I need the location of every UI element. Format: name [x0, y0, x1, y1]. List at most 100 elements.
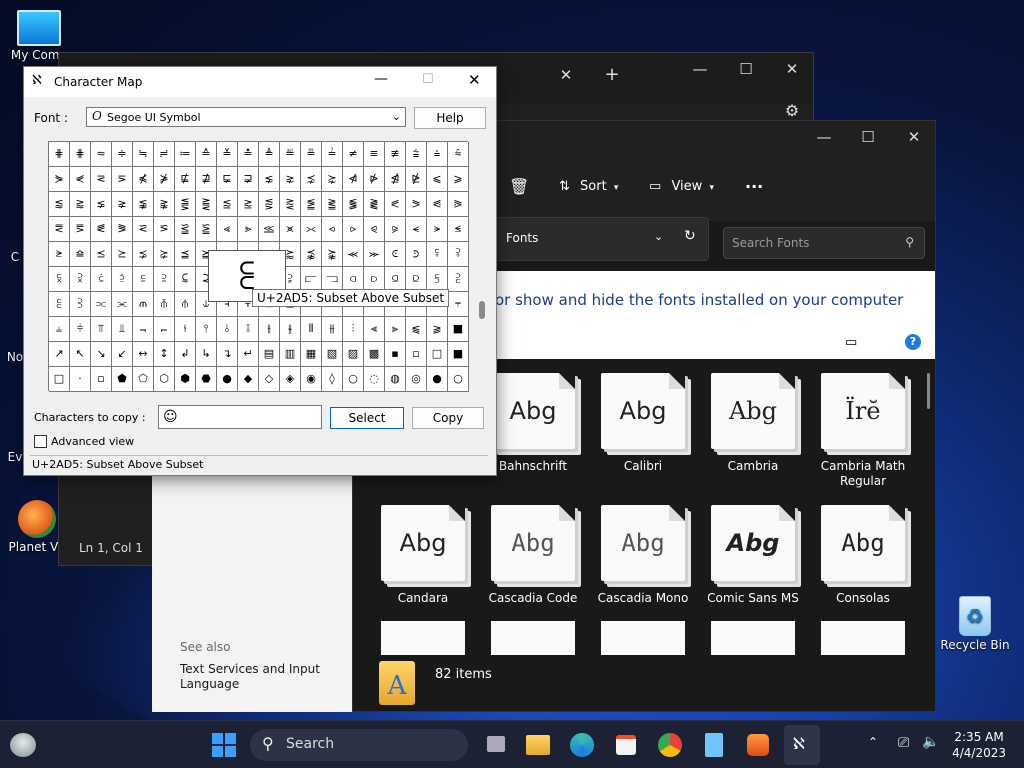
character-cell[interactable]: ⫺	[427, 317, 448, 342]
character-cell[interactable]: ≈	[91, 142, 112, 167]
character-cell[interactable]: ⫰	[217, 317, 238, 342]
character-cell[interactable]: ⬟	[112, 367, 133, 392]
character-cell[interactable]: ⪧	[343, 217, 364, 242]
search-fonts-input[interactable]: Search Fonts ⚲	[723, 227, 925, 259]
character-cell[interactable]: ⫭	[154, 317, 175, 342]
character-cell[interactable]: ⋭	[406, 167, 427, 192]
character-cell[interactable]: ↔	[133, 342, 154, 367]
character-cell[interactable]: □	[427, 342, 448, 367]
character-cell[interactable]: ⋕	[70, 142, 91, 167]
character-cell[interactable]: ⫬	[133, 317, 154, 342]
character-cell[interactable]: ≟	[322, 142, 343, 167]
character-cell[interactable]: ⋥	[238, 167, 259, 192]
character-cell[interactable]: ⫴	[301, 317, 322, 342]
character-cell[interactable]: ⪖	[406, 192, 427, 217]
character-cell[interactable]: ⫛	[175, 292, 196, 317]
view-button[interactable]: ▭ View ▾	[649, 179, 714, 194]
character-cell[interactable]: ⪳	[175, 242, 196, 267]
character-cell[interactable]: ⫫	[112, 317, 133, 342]
character-cell[interactable]: ⫷	[364, 317, 385, 342]
font-tile-cambria[interactable]: Abg Cambria	[703, 363, 803, 473]
character-cell[interactable]: ⫶	[343, 317, 364, 342]
character-cell[interactable]: ⪛	[91, 217, 112, 242]
character-cell[interactable]: ◍	[385, 367, 406, 392]
character-cell[interactable]: ⩯	[448, 142, 469, 167]
chevron-up-icon[interactable]: ⌃	[868, 735, 878, 749]
character-cell[interactable]: ⫩	[70, 317, 91, 342]
charmap-scrollbar[interactable]	[476, 141, 488, 391]
character-cell[interactable]: ⪺	[322, 242, 343, 267]
character-cell[interactable]: ⪅	[49, 192, 70, 217]
font-tile-cascadia-code[interactable]: Abg Cascadia Code	[483, 495, 583, 605]
help-icon[interactable]: ?	[905, 334, 921, 350]
character-cell[interactable]: ≜	[259, 142, 280, 167]
character-cell[interactable]: ⫸	[385, 317, 406, 342]
character-cell[interactable]: ⪫	[427, 217, 448, 242]
character-cell[interactable]: ◊	[322, 367, 343, 392]
character-cell[interactable]: ⪈	[112, 192, 133, 217]
character-cell[interactable]: ⫚	[154, 292, 175, 317]
character-cell[interactable]: ⋦	[259, 167, 280, 192]
delete-icon[interactable]: 🗑	[509, 177, 529, 196]
font-tile-candara[interactable]: Abg Candara	[373, 495, 473, 605]
chevron-down-icon[interactable]: ⌄	[654, 230, 663, 243]
character-cell[interactable]: ⪥	[301, 217, 322, 242]
character-cell[interactable]: ≛	[238, 142, 259, 167]
character-cell[interactable]: ⩽	[427, 167, 448, 192]
character-cell[interactable]: ⪢	[238, 217, 259, 242]
character-cell[interactable]: ⪪	[406, 217, 427, 242]
character-cell[interactable]: ⫨	[49, 317, 70, 342]
font-tile-partial[interactable]	[601, 621, 685, 657]
character-cell[interactable]: ↳	[196, 342, 217, 367]
close-icon[interactable]: ✕	[777, 57, 807, 81]
character-cell[interactable]: ⫪	[91, 317, 112, 342]
character-cell[interactable]: ⪒	[322, 192, 343, 217]
character-cell[interactable]: ⋧	[280, 167, 301, 192]
character-cell[interactable]: ⋣	[196, 167, 217, 192]
font-select[interactable]: O Segoe UI Symbol ⌄	[86, 107, 406, 127]
character-cell[interactable]: ↙	[112, 342, 133, 367]
font-tile-partial[interactable]	[821, 621, 905, 657]
weather-icon[interactable]	[10, 733, 36, 757]
minimize-icon[interactable]: —	[809, 125, 839, 149]
character-cell[interactable]: ⪏	[259, 192, 280, 217]
new-tab-button[interactable]: +	[597, 63, 627, 87]
character-cell[interactable]: ⪼	[364, 242, 385, 267]
character-cell[interactable]: ⫁	[49, 267, 70, 292]
character-cell[interactable]: ◈	[280, 367, 301, 392]
character-cell[interactable]: ⋨	[301, 167, 322, 192]
refresh-icon[interactable]: ↻	[684, 228, 696, 244]
character-cell[interactable]: ⪽	[385, 242, 406, 267]
character-cell[interactable]: ⪝	[133, 217, 154, 242]
character-cell[interactable]: ⫄	[112, 267, 133, 292]
character-cell[interactable]: ■	[448, 342, 469, 367]
copy-button[interactable]: Copy	[412, 407, 484, 429]
character-cell[interactable]: ⋡	[154, 167, 175, 192]
character-cell[interactable]: ◎	[406, 367, 427, 392]
character-cell[interactable]: ⪑	[301, 192, 322, 217]
character-cell[interactable]: ⋪	[343, 167, 364, 192]
character-cell[interactable]: ⪍	[217, 192, 238, 217]
character-cell[interactable]: ▨	[343, 342, 364, 367]
character-map-taskbar-icon[interactable]: ℵ	[784, 725, 820, 765]
character-cell[interactable]: ≞	[301, 142, 322, 167]
character-cell[interactable]: ⋫	[364, 167, 385, 192]
character-cell[interactable]: ●	[217, 367, 238, 392]
select-button[interactable]: Select	[330, 407, 404, 429]
character-cell[interactable]: ⫙	[133, 292, 154, 317]
character-cell[interactable]: ⬡	[154, 367, 175, 392]
character-cell[interactable]: ⫔	[448, 267, 469, 292]
character-cell[interactable]: ↗	[49, 342, 70, 367]
character-cell[interactable]: ⪿	[427, 242, 448, 267]
character-cell[interactable]: ⋕	[49, 142, 70, 167]
character-cell[interactable]: ⪱	[133, 242, 154, 267]
character-cell[interactable]: ◇	[259, 367, 280, 392]
font-tile-partial[interactable]	[381, 621, 465, 657]
character-cell[interactable]: ⪲	[154, 242, 175, 267]
character-cell[interactable]: ⫹	[406, 317, 427, 342]
font-tile-cambria-math[interactable]: Ïrĕ Cambria Math Regular	[813, 363, 913, 488]
character-cell[interactable]: ⋢	[175, 167, 196, 192]
notepad-icon[interactable]	[700, 731, 728, 759]
character-cell[interactable]: ≠	[343, 142, 364, 167]
preview-toggle-icon[interactable]: ▭	[845, 335, 857, 350]
